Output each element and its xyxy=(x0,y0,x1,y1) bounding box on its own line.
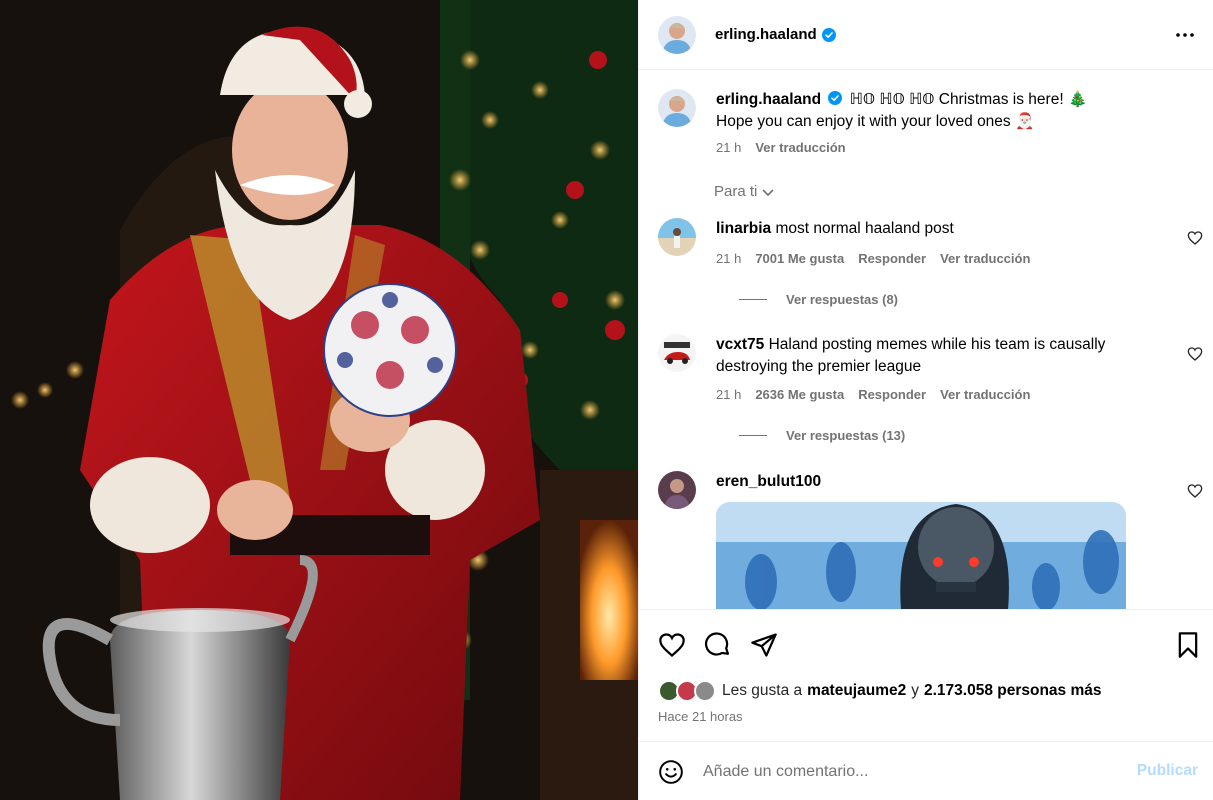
commenter-avatar[interactable] xyxy=(658,471,696,509)
sort-label: Para ti xyxy=(714,183,758,200)
comment-item: vcxt75 Haland posting memes while his te… xyxy=(658,334,1203,454)
replies-divider xyxy=(739,299,767,300)
comment-likes[interactable]: 7001 Me gusta xyxy=(755,251,844,266)
heart-icon[interactable] xyxy=(658,631,686,659)
more-dots-icon[interactable] xyxy=(1174,24,1196,46)
comment-text-block: vcxt75 Haland posting memes while his te… xyxy=(716,334,1136,377)
comment-meta: 21 h 7001 Me gusta Responder Ver traducc… xyxy=(716,251,1030,266)
comment-meta: 21 h 2636 Me gusta Responder Ver traducc… xyxy=(716,387,1030,402)
reply-button[interactable]: Responder xyxy=(858,251,926,266)
verified-badge-icon xyxy=(821,27,836,42)
view-replies-label: Ver respuestas (13) xyxy=(786,428,906,443)
caption-line-2: Hope you can enjoy it with your loved on… xyxy=(716,112,1035,130)
caption-translate-link[interactable]: Ver traducción xyxy=(755,140,845,155)
caption-author-avatar[interactable] xyxy=(658,89,696,127)
commenter-avatar[interactable] xyxy=(658,218,696,256)
commenter-username[interactable]: vcxt75 xyxy=(716,336,764,353)
translate-link[interactable]: Ver traducción xyxy=(940,387,1030,402)
heart-icon[interactable] xyxy=(1187,483,1203,499)
paper-plane-icon[interactable] xyxy=(750,631,778,659)
replies-divider xyxy=(739,435,767,436)
smiley-icon[interactable] xyxy=(658,759,684,785)
author-avatar[interactable] xyxy=(658,15,696,54)
comment-sort-toggle[interactable]: Para ti xyxy=(714,183,775,200)
post-header: erling.haaland xyxy=(639,0,1213,70)
comment-text: most normal haaland post xyxy=(775,220,954,237)
chevron-down-icon xyxy=(762,188,774,196)
view-replies-button[interactable]: Ver respuestas (8) xyxy=(739,292,898,307)
caption-text-block: erling.haaland ℍ𝕆 ℍ𝕆 ℍ𝕆 Christmas is her… xyxy=(716,89,1176,132)
comments-list[interactable]: erling.haaland ℍ𝕆 ℍ𝕆 ℍ𝕆 Christmas is her… xyxy=(639,71,1213,609)
santa-haaland-image xyxy=(0,0,638,800)
comment-gif-media[interactable] xyxy=(716,502,1126,609)
liker-avatar xyxy=(694,680,716,702)
instagram-post-modal: erling.haaland erling.haaland ℍ𝕆 ℍ𝕆 ℍ𝕆 C… xyxy=(0,0,1213,800)
comment-item: linarbia most normal haaland post 21 h 7… xyxy=(658,218,1203,318)
comment-composer: Publicar xyxy=(639,741,1213,800)
likes-joiner: y xyxy=(911,682,919,699)
post-side-panel: erling.haaland erling.haaland ℍ𝕆 ℍ𝕆 ℍ𝕆 C… xyxy=(638,0,1213,800)
comment-likes[interactable]: 2636 Me gusta xyxy=(755,387,844,402)
author-username[interactable]: erling.haaland xyxy=(715,26,817,43)
comment-text-block: linarbia most normal haaland post xyxy=(716,218,1156,240)
likes-summary: Les gusta a mateujaume2 y 2.173.058 pers… xyxy=(658,680,1102,702)
bookmark-icon[interactable] xyxy=(1174,631,1202,659)
liker-avatars[interactable] xyxy=(658,680,716,702)
view-replies-label: Ver respuestas (8) xyxy=(786,292,899,307)
reply-button[interactable]: Responder xyxy=(858,387,926,402)
comment-time[interactable]: 21 h xyxy=(716,387,741,402)
caption-meta: 21 h Ver traducción xyxy=(716,140,846,155)
caption-time[interactable]: 21 h xyxy=(716,140,741,155)
comment-bubble-icon[interactable] xyxy=(704,631,732,659)
likes-others[interactable]: 2.173.058 personas más xyxy=(924,682,1102,700)
comment-text-block: eren_bulut100 xyxy=(716,471,1156,493)
post-photo[interactable] xyxy=(0,0,638,800)
comment-time[interactable]: 21 h xyxy=(716,251,741,266)
terminator-gif-image xyxy=(716,502,1126,609)
view-replies-button[interactable]: Ver respuestas (13) xyxy=(739,428,905,443)
comment-input[interactable] xyxy=(703,758,1123,786)
liker-username[interactable]: mateujaume2 xyxy=(807,682,906,700)
verified-badge-icon xyxy=(828,90,843,105)
translate-link[interactable]: Ver traducción xyxy=(940,251,1030,266)
publish-button[interactable]: Publicar xyxy=(1137,762,1198,780)
likes-prefix: Les gusta a xyxy=(722,682,803,699)
heart-icon[interactable] xyxy=(1187,230,1203,246)
post-time-ago[interactable]: Hace 21 horas xyxy=(658,709,743,724)
post-actions: Les gusta a mateujaume2 y 2.173.058 pers… xyxy=(639,609,1213,740)
comment-text: Haland posting memes while his team is c… xyxy=(716,336,1106,375)
post-caption: erling.haaland ℍ𝕆 ℍ𝕆 ℍ𝕆 Christmas is her… xyxy=(658,89,1203,159)
caption-line-1: ℍ𝕆 ℍ𝕆 ℍ𝕆 Christmas is here! 🎄 xyxy=(849,91,1088,108)
caption-author[interactable]: erling.haaland xyxy=(716,91,821,108)
commenter-avatar[interactable] xyxy=(658,334,696,372)
commenter-username[interactable]: linarbia xyxy=(716,220,771,237)
heart-icon[interactable] xyxy=(1187,346,1203,362)
commenter-username[interactable]: eren_bulut100 xyxy=(716,473,821,490)
